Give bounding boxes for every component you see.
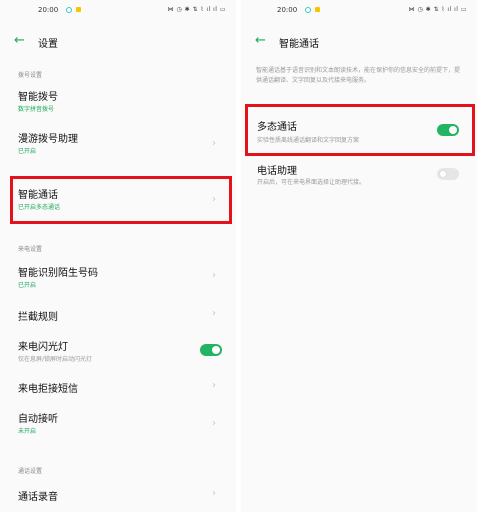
page-title: 智能通话 (279, 39, 319, 50)
notification-icon-2 (76, 7, 81, 12)
status-time: 20:00 (277, 6, 298, 14)
assistant-toggle[interactable] (437, 168, 459, 180)
roaming-dial-item[interactable]: 漫游拨号助理 已开启 › (10, 128, 226, 160)
flash-light-item: 来电闪光灯 仅在息屏/锁屏时启动闪光灯 (10, 338, 226, 368)
settings-screen: 20:00 ⋈ ◷ ✱ ⇅ ⌇ ıl ıl ▭ ← 设置 拨号设置 智能拨号 数… (0, 0, 236, 512)
back-arrow-icon[interactable]: ← (14, 32, 25, 50)
chevron-right-icon: › (212, 308, 216, 319)
chevron-right-icon: › (212, 488, 216, 499)
highlight-box (10, 176, 232, 224)
chevron-right-icon: › (212, 270, 216, 281)
assistant-sub: 开启后，可在来电界面选择让助理代接。 (257, 179, 366, 186)
notification-icon (305, 7, 311, 13)
notification-icon-2 (315, 7, 320, 12)
feature-description: 智能通话基于语音识别和文本朗读技术，能在保护你的信息安全的前提下，提供通话翻译、… (256, 67, 461, 84)
smart-dial-sub: 数字拼音拨号 (18, 106, 55, 113)
chevron-right-icon: › (212, 138, 216, 149)
stranger-title: 智能识别陌生号码 (18, 268, 98, 279)
smart-call-screen: 20:00 ⋈ ◷ ✱ ⇅ ⌇ ıl ıl ▭ ← 智能通话 智能通话基于语音识… (241, 0, 477, 512)
roaming-sub: 已开启 (18, 148, 37, 155)
system-icons: ⋈ ◷ ✱ ⇅ ⌇ ıl ıl ▭ (167, 6, 226, 13)
status-bar: 20:00 ⋈ ◷ ✱ ⇅ ⌇ ıl ıl ▭ (0, 4, 236, 18)
smart-dial-title: 智能拨号 (18, 92, 58, 103)
flash-title: 来电闪光灯 (18, 342, 68, 353)
status-time: 20:00 (38, 6, 59, 14)
flash-toggle[interactable] (200, 344, 222, 356)
auto-answer-title: 自动接听 (18, 414, 58, 425)
intercept-rules-item[interactable]: 拦截规则 › (10, 306, 226, 324)
chevron-right-icon: › (212, 418, 216, 429)
flash-sub: 仅在息屏/锁屏时启动闪光灯 (18, 356, 93, 363)
auto-answer-sub: 未开启 (18, 428, 37, 435)
reject-sms-title: 来电拒接短信 (18, 384, 78, 395)
call-record-item[interactable]: 通话录音 › (10, 488, 226, 506)
assistant-title: 电话助理 (257, 166, 297, 177)
chevron-right-icon: › (212, 380, 216, 391)
page-title: 设置 (38, 39, 58, 50)
status-bar: 20:00 ⋈ ◷ ✱ ⇅ ⌇ ıl ıl ▭ (241, 4, 477, 18)
smart-dial-item[interactable]: 智能拨号 数字拼音拨号 (10, 88, 226, 118)
call-record-title: 通话录音 (18, 492, 58, 503)
stranger-sub: 已开启 (18, 282, 37, 289)
intercept-title: 拦截规则 (18, 312, 58, 323)
section-call-label: 通话设置 (18, 468, 43, 475)
stranger-id-item[interactable]: 智能识别陌生号码 已开启 › (10, 264, 226, 294)
nav-bar: ← 设置 (0, 32, 236, 52)
phone-assistant-item: 电话助理 开启后，可在来电界面选择让助理代接。 (247, 162, 463, 192)
auto-answer-item[interactable]: 自动接听 未开启 › (10, 410, 226, 440)
section-incoming-label: 来电设置 (18, 246, 43, 253)
highlight-box (245, 104, 475, 156)
notification-icon (66, 7, 72, 13)
back-arrow-icon[interactable]: ← (255, 32, 266, 50)
nav-bar: ← 智能通话 (241, 32, 477, 52)
section-dial-label: 拨号设置 (18, 72, 43, 79)
roaming-title: 漫游拨号助理 (18, 134, 78, 145)
reject-sms-item[interactable]: 来电拒接短信 › (10, 380, 226, 398)
system-icons: ⋈ ◷ ✱ ⇅ ⌇ ıl ıl ▭ (408, 6, 467, 13)
